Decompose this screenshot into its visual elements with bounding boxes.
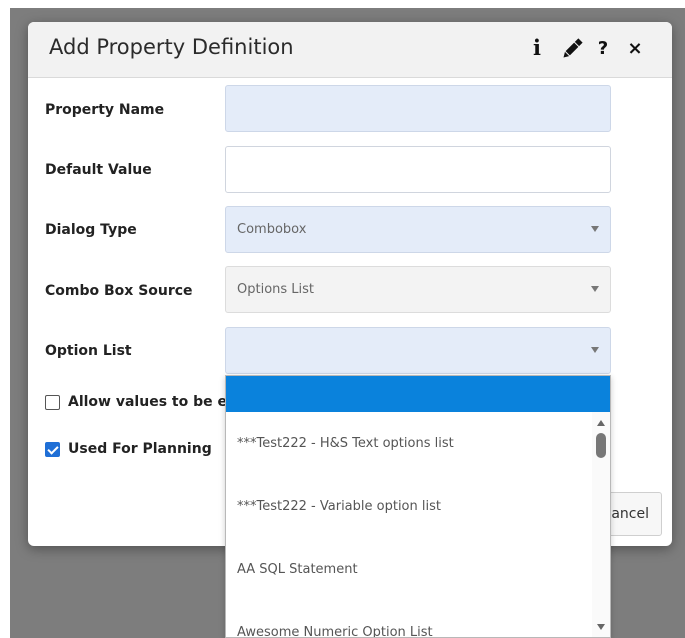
pencil-icon[interactable]	[560, 36, 584, 62]
option-list-dropdown: ***Test222 - H&S Text options list ***Te…	[225, 375, 611, 638]
dropdown-highlighted-option[interactable]	[226, 376, 610, 412]
dialog-type-label: Dialog Type	[45, 222, 137, 238]
option-list-label: Option List	[45, 343, 132, 359]
property-name-input[interactable]	[225, 85, 611, 132]
combo-box-source-label: Combo Box Source	[45, 283, 193, 299]
help-icon[interactable]: ?	[596, 36, 610, 62]
dropdown-option[interactable]: Awesome Numeric Option List	[226, 601, 592, 637]
scroll-down-icon[interactable]	[597, 624, 605, 630]
scroll-up-icon[interactable]	[597, 420, 605, 426]
dropdown-option[interactable]: ***Test222 - Variable option list	[226, 475, 592, 538]
allow-values-label: Allow values to be er	[68, 394, 234, 410]
used-for-planning-checkbox[interactable]	[45, 442, 60, 457]
dropdown-option[interactable]: AA SQL Statement	[226, 538, 592, 601]
scrollbar-thumb[interactable]	[596, 433, 606, 458]
allow-values-checkbox[interactable]	[45, 395, 60, 410]
dropdown-scrollbar[interactable]	[592, 412, 610, 637]
combo-box-source-value: Options List	[237, 282, 315, 297]
dropdown-option[interactable]: ***Test222 - H&S Text options list	[226, 412, 592, 475]
default-value-input[interactable]	[225, 146, 611, 193]
dialog-title: Add Property Definition	[49, 35, 294, 59]
option-list-select[interactable]	[225, 327, 611, 374]
chevron-down-icon	[591, 347, 599, 353]
info-icon[interactable]: i	[530, 36, 544, 62]
combo-box-source-select[interactable]: Options List	[225, 266, 611, 313]
used-for-planning-label: Used For Planning	[68, 441, 212, 457]
default-value-label: Default Value	[45, 162, 152, 178]
chevron-down-icon	[591, 226, 599, 232]
close-icon[interactable]: ×	[626, 36, 644, 62]
dialog-header: Add Property Definition i ? ×	[28, 22, 672, 78]
property-name-label: Property Name	[45, 102, 165, 118]
chevron-down-icon	[591, 286, 599, 292]
dialog-type-select[interactable]: Combobox	[225, 206, 611, 253]
dropdown-options: ***Test222 - H&S Text options list ***Te…	[226, 412, 592, 637]
dialog-type-value: Combobox	[237, 222, 307, 237]
